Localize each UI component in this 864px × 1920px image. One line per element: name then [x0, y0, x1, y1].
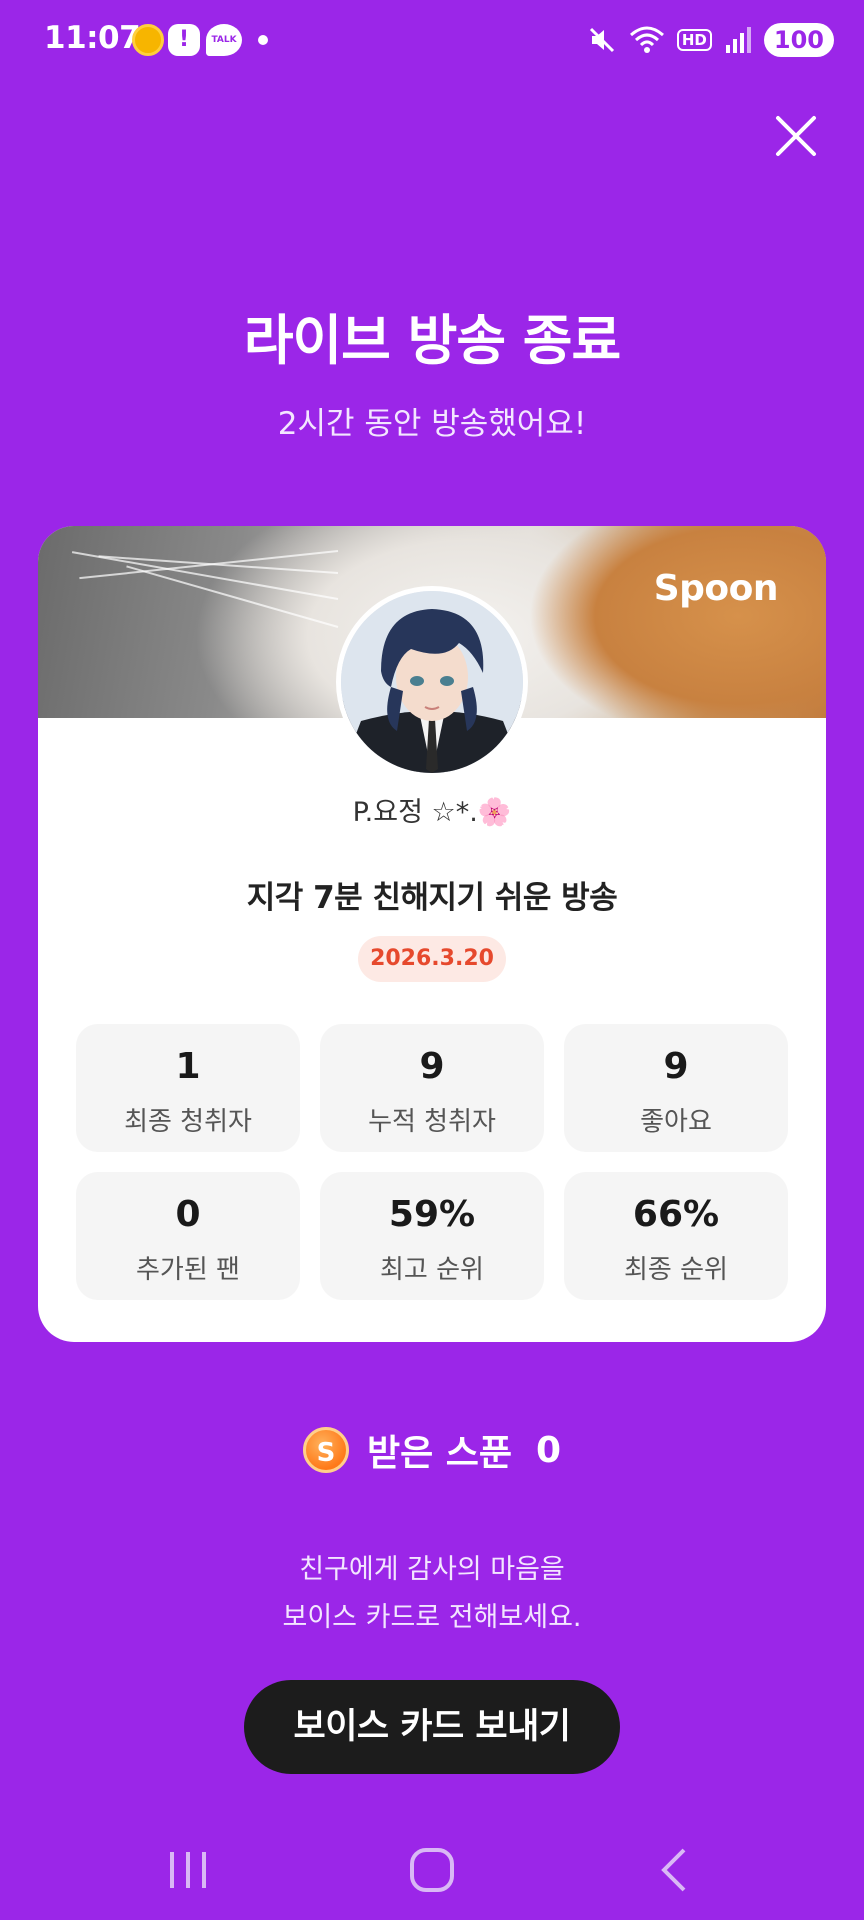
stat-value: 59%: [388, 1194, 476, 1235]
close-icon: [776, 116, 816, 156]
stat-value: 1: [175, 1046, 201, 1087]
back-icon: [661, 1848, 686, 1892]
dj-nickname: P.요정 ☆*.🌸: [352, 797, 512, 828]
stat-value: 0: [175, 1194, 201, 1235]
stat-value: 9: [663, 1046, 689, 1087]
received-spoons-count: 0: [535, 1429, 562, 1471]
recent-apps-icon: [170, 1852, 206, 1888]
mute-icon: [589, 27, 614, 53]
status-bar: 11:07 ! TALK HD 100: [0, 0, 864, 82]
more-notifications-dot-icon: [258, 35, 268, 45]
broadcast-title: 지각 7분 친해지기 쉬운 방송: [246, 880, 618, 916]
system-navigation-bar: [0, 1810, 864, 1920]
stat-value: 66%: [632, 1194, 720, 1235]
close-button[interactable]: [768, 108, 824, 164]
stat-label: 누적 청취자: [368, 1107, 496, 1137]
coin-notification-icon: [132, 24, 164, 56]
stat-label: 최종 순위: [624, 1255, 728, 1285]
received-spoons: S 받은 스푼 0: [0, 1424, 864, 1476]
broadcast-summary-card: Spoon P.요정 ☆*.🌸 지각 7분 친해지기 쉬운 방송 2026.3.…: [38, 526, 826, 1342]
hd-voice-icon: HD: [676, 29, 712, 51]
send-voice-card-button[interactable]: 보이스 카드 보내기: [244, 1680, 620, 1774]
stat-final-rank: 66% 최종 순위: [564, 1172, 788, 1300]
stat-label: 좋아요: [640, 1107, 712, 1137]
home-button[interactable]: [402, 1840, 462, 1900]
home-icon: [410, 1848, 454, 1892]
battery-indicator: 100: [763, 23, 834, 57]
stat-final-listeners: 1 최종 청취자: [76, 1024, 300, 1152]
avatar: [336, 586, 528, 778]
signal-icon: [725, 27, 751, 53]
stat-value: 9: [419, 1046, 445, 1087]
broadcast-date-badge: 2026.3.20: [358, 936, 506, 982]
avatar-illustration: [341, 591, 523, 773]
recent-apps-button[interactable]: [158, 1840, 218, 1900]
status-time: 11:07: [44, 20, 141, 56]
voice-card-prompt-line1: 친구에게 감사의 마음을: [299, 1554, 565, 1585]
spoon-coin-icon: S: [302, 1427, 349, 1473]
stat-label: 추가된 팬: [136, 1255, 240, 1285]
stats-grid: 1 최종 청취자 9 누적 청취자 9 좋아요 0 추가된 팬 59% 최고 순…: [76, 1024, 788, 1300]
stat-total-listeners: 9 누적 청취자: [320, 1024, 544, 1152]
spoon-logo: Spoon: [653, 568, 779, 609]
back-button[interactable]: [646, 1840, 706, 1900]
received-spoons-label: 받은 스푼: [366, 1433, 512, 1474]
alert-notification-icon: !: [168, 24, 200, 56]
system-icons: HD 100: [587, 22, 834, 58]
kakaotalk-notification-icon: TALK: [206, 24, 242, 56]
page-title: 라이브 방송 종료: [243, 309, 621, 372]
stat-new-fans: 0 추가된 팬: [76, 1172, 300, 1300]
stat-likes: 9 좋아요: [564, 1024, 788, 1152]
stat-label: 최고 순위: [380, 1255, 484, 1285]
wifi-icon: [629, 26, 664, 53]
voice-card-prompt: 친구에게 감사의 마음을 보이스 카드로 전해보세요.: [0, 1546, 864, 1642]
stat-best-rank: 59% 최고 순위: [320, 1172, 544, 1300]
voice-card-prompt-line2: 보이스 카드로 전해보세요.: [282, 1602, 582, 1633]
stat-label: 최종 청취자: [124, 1107, 252, 1137]
broadcast-duration-text: 2시간 동안 방송했어요!: [277, 406, 587, 442]
